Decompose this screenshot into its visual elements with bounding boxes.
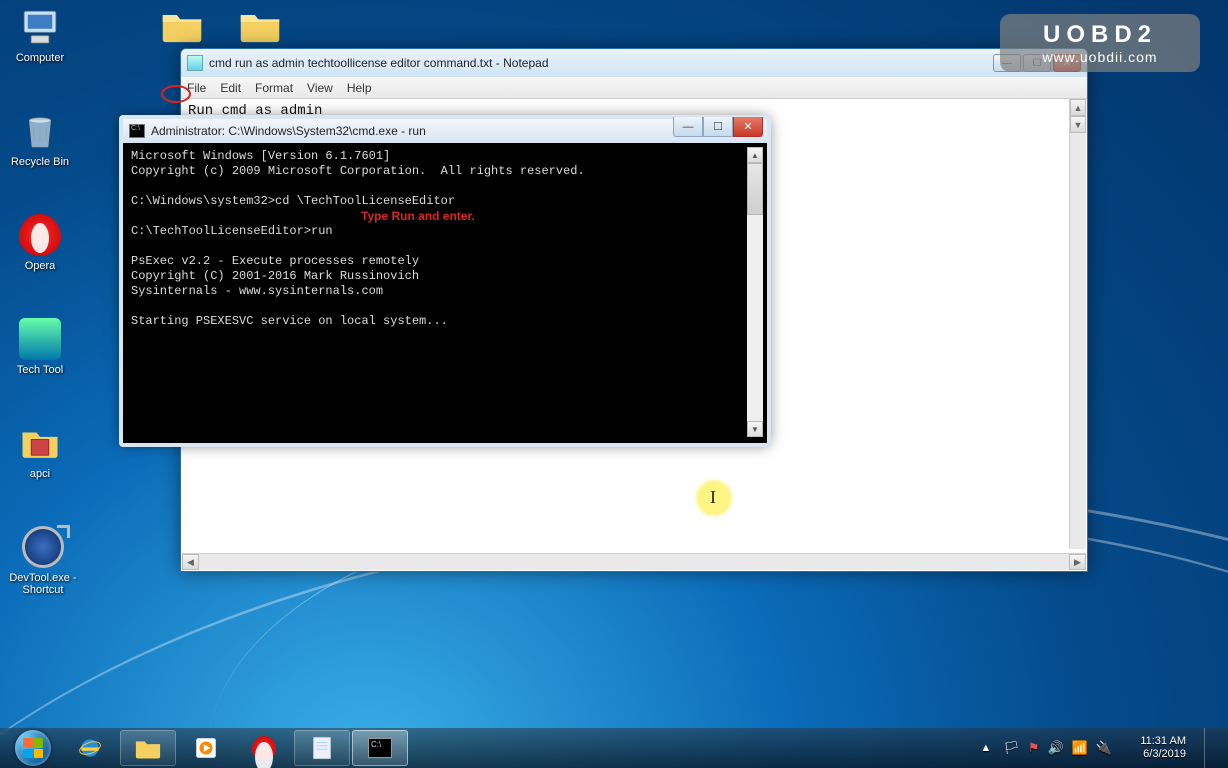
scroll-right-arrow[interactable]: ▶: [1069, 554, 1086, 570]
opera-icon: [19, 214, 61, 256]
menu-help[interactable]: Help: [347, 81, 372, 95]
power-icon[interactable]: 🔌: [1096, 740, 1112, 756]
action-center-icon[interactable]: 🏳: [1003, 740, 1020, 756]
scroll-track[interactable]: [199, 554, 1069, 570]
system-tray: ▲ 🏳 ⚑ 🔊 📶 🔌 11:31 AM 6/3/2019: [980, 728, 1222, 768]
cmd-line: C:\Windows\system32>cd \TechToolLicenseE…: [131, 194, 455, 208]
cmd-body[interactable]: Microsoft Windows [Version 6.1.7601] Cop…: [127, 147, 747, 437]
taskbar-media[interactable]: [178, 730, 234, 766]
maximize-button[interactable]: ☐: [703, 117, 733, 137]
volvo-icon: [22, 526, 64, 568]
cmd-titlebar[interactable]: Administrator: C:\Windows\System32\cmd.e…: [123, 119, 767, 143]
media-icon: [193, 735, 219, 761]
recycle-bin-icon: [19, 110, 61, 152]
desktop-icon-apci[interactable]: apci: [4, 422, 76, 480]
taskbar-clock[interactable]: 11:31 AM 6/3/2019: [1124, 735, 1186, 761]
scroll-down-arrow[interactable]: ▼: [747, 421, 763, 437]
cmd-line: Microsoft Windows [Version 6.1.7601]: [131, 149, 390, 163]
volume-icon[interactable]: 🔊: [1047, 740, 1063, 756]
cmd-line: Sysinternals - www.sysinternals.com: [131, 284, 383, 298]
menu-format[interactable]: Format: [255, 81, 293, 95]
tray-overflow[interactable]: ▲: [980, 742, 991, 754]
start-button[interactable]: [6, 729, 60, 767]
opera-icon: [252, 736, 276, 760]
menu-view[interactable]: View: [307, 81, 333, 95]
folder-icon: [161, 8, 203, 43]
desktop-icon-label: Recycle Bin: [4, 156, 76, 168]
cmd-window[interactable]: Administrator: C:\Windows\System32\cmd.e…: [122, 118, 768, 444]
scroll-up-arrow[interactable]: ▲: [1070, 99, 1086, 116]
watermark-title: UOBD2: [1000, 21, 1200, 49]
security-icon[interactable]: ⚑: [1028, 740, 1040, 756]
techtool-icon: [19, 318, 61, 360]
desktop-icon-label: Tech Tool: [4, 364, 76, 376]
desktop-icon-opera[interactable]: Opera: [4, 214, 76, 272]
desktop-icon-label: DevTool.exe - Shortcut: [4, 572, 82, 596]
taskbar-ie[interactable]: [62, 730, 118, 766]
scroll-thumb[interactable]: [747, 163, 763, 215]
cmd-line: PsExec v2.2 - Execute processes remotely: [131, 254, 419, 268]
scroll-left-arrow[interactable]: ◀: [182, 554, 199, 570]
watermark: UOBD2 www.uobdii.com: [1000, 14, 1200, 72]
taskbar: C:\ ▲ 🏳 ⚑ 🔊 📶 🔌 11:31 AM 6/3/2019: [0, 728, 1228, 768]
folder-icon: [19, 422, 61, 464]
scroll-track[interactable]: [747, 215, 763, 421]
notepad-title: cmd run as admin techtoollicense editor …: [209, 56, 549, 70]
notepad-content: Run cmd as admin: [188, 103, 322, 119]
clock-date: 6/3/2019: [1124, 748, 1186, 761]
desktop-icon-label: Computer: [4, 52, 76, 64]
cmd-vscroll[interactable]: ▲ ▼: [747, 147, 763, 437]
notepad-menu: File Edit Format View Help: [181, 77, 1087, 99]
cmd-line: Copyright (C) 2001-2016 Mark Russinovich: [131, 269, 419, 283]
ie-icon: [77, 735, 103, 761]
scroll-down-arrow[interactable]: ▼: [1070, 116, 1086, 133]
scroll-up-arrow[interactable]: ▲: [747, 147, 763, 163]
taskbar-opera[interactable]: [236, 730, 292, 766]
show-desktop-button[interactable]: [1204, 728, 1216, 768]
taskbar-explorer[interactable]: [120, 730, 176, 766]
cmd-line: C:\TechToolLicenseEditor>run: [131, 224, 333, 238]
desktop-icon-devtool[interactable]: DevTool.exe - Shortcut: [4, 526, 82, 596]
clock-time: 11:31 AM: [1124, 735, 1186, 748]
folder-icon: [134, 737, 162, 759]
taskbar-cmd[interactable]: C:\: [352, 730, 408, 766]
menu-edit[interactable]: Edit: [220, 81, 241, 95]
cmd-icon: C:\: [368, 738, 392, 758]
notepad-hscroll[interactable]: ◀ ▶: [182, 553, 1086, 570]
folder-icon: [239, 8, 281, 43]
minimize-button[interactable]: —: [673, 117, 703, 137]
cmd-icon: [129, 124, 145, 138]
notepad-titlebar[interactable]: cmd run as admin techtoollicense editor …: [181, 49, 1087, 77]
desktop-icon-techtool[interactable]: Tech Tool: [4, 318, 76, 376]
close-button[interactable]: ✕: [733, 117, 763, 137]
cmd-title: Administrator: C:\Windows\System32\cmd.e…: [151, 124, 426, 138]
notepad-icon: [187, 55, 203, 71]
cmd-line: Starting PSEXESVC service on local syste…: [131, 314, 448, 328]
notepad-icon: [310, 735, 334, 761]
start-orb-icon: [15, 730, 51, 766]
desktop-folder[interactable]: [152, 4, 212, 50]
taskbar-notepad[interactable]: [294, 730, 350, 766]
annotation-text: Type Run and enter.: [361, 209, 475, 223]
desktop-icon-label: Opera: [4, 260, 76, 272]
annotation-circle: [161, 85, 191, 103]
desktop-icon-computer[interactable]: Computer: [4, 6, 76, 64]
watermark-url: www.uobdii.com: [1000, 49, 1200, 65]
network-icon[interactable]: 📶: [1072, 740, 1088, 756]
desktop-folder[interactable]: [230, 4, 290, 50]
notepad-vscroll[interactable]: ▲ ▼: [1069, 99, 1086, 549]
cursor-highlight: [694, 478, 734, 518]
desktop-icon-recycle-bin[interactable]: Recycle Bin: [4, 110, 76, 168]
computer-icon: [19, 6, 61, 48]
cmd-line: Copyright (c) 2009 Microsoft Corporation…: [131, 164, 585, 178]
desktop-icon-label: apci: [4, 468, 76, 480]
